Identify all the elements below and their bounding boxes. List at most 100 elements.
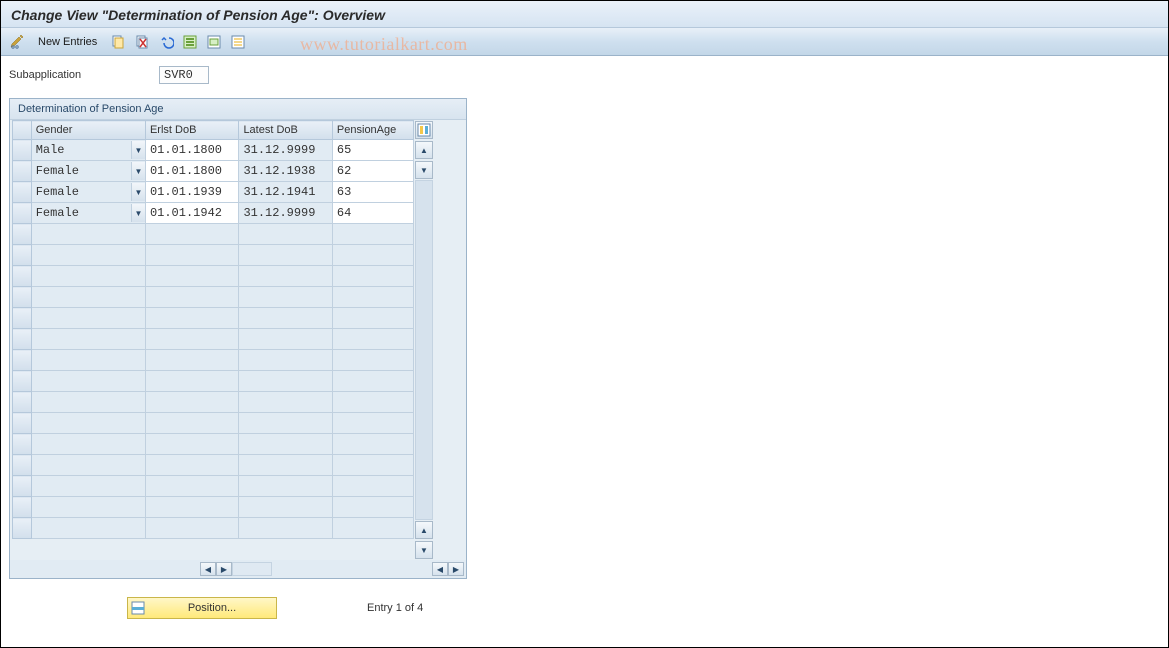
row-selector[interactable] <box>13 287 32 308</box>
pension-age-input[interactable] <box>333 350 413 370</box>
erlst-dob-input[interactable] <box>146 392 238 412</box>
deselect-all-button[interactable] <box>228 32 248 52</box>
erlst-dob-input[interactable] <box>146 518 238 538</box>
latest-dob-input[interactable] <box>239 308 331 328</box>
erlst-dob-input[interactable] <box>146 287 238 307</box>
erlst-dob-input[interactable] <box>146 224 238 244</box>
col-erlst-dob[interactable]: Erlst DoB <box>145 121 238 140</box>
hscroll-track-1[interactable] <box>232 562 272 576</box>
row-selector-header[interactable] <box>13 121 32 140</box>
pension-age-input[interactable] <box>333 476 413 496</box>
vertical-scrollbar-track[interactable] <box>415 180 433 520</box>
hscroll-right-button[interactable]: ▶ <box>216 562 232 576</box>
latest-dob-input[interactable] <box>239 413 331 433</box>
gender-dropdown[interactable]: ▼ <box>131 204 145 222</box>
col-latest-dob[interactable]: Latest DoB <box>239 121 332 140</box>
row-selector[interactable] <box>13 350 32 371</box>
pension-age-input[interactable] <box>333 308 413 328</box>
scroll-up-button[interactable]: ▲ <box>415 141 433 159</box>
row-selector[interactable] <box>13 497 32 518</box>
col-pension-age[interactable]: PensionAge <box>332 121 413 140</box>
pension-age-input[interactable] <box>333 413 413 433</box>
configure-columns-button[interactable] <box>415 121 433 139</box>
pension-age-input[interactable] <box>333 329 413 349</box>
row-selector[interactable] <box>13 266 32 287</box>
pension-age-input[interactable] <box>333 182 413 202</box>
row-selector[interactable] <box>13 224 32 245</box>
pension-age-input[interactable] <box>333 434 413 454</box>
pension-age-input[interactable] <box>333 224 413 244</box>
hscroll-right-button-2[interactable]: ▶ <box>448 562 464 576</box>
latest-dob-input[interactable] <box>239 371 331 391</box>
pension-age-input[interactable] <box>333 266 413 286</box>
pension-age-input[interactable] <box>333 371 413 391</box>
row-selector[interactable] <box>13 245 32 266</box>
row-selector[interactable] <box>13 413 32 434</box>
pension-age-input[interactable] <box>333 455 413 475</box>
pension-age-input[interactable] <box>333 287 413 307</box>
pension-age-input[interactable] <box>333 518 413 538</box>
latest-dob-input[interactable] <box>239 518 331 538</box>
latest-dob-input[interactable] <box>239 203 331 223</box>
scroll-down-small-button[interactable]: ▼ <box>415 161 433 179</box>
erlst-dob-input[interactable] <box>146 329 238 349</box>
pension-age-input[interactable] <box>333 497 413 517</box>
undo-button[interactable] <box>156 32 176 52</box>
row-selector[interactable] <box>13 308 32 329</box>
select-block-button[interactable] <box>204 32 224 52</box>
row-selector[interactable] <box>13 203 32 224</box>
latest-dob-input[interactable] <box>239 392 331 412</box>
pension-age-input[interactable] <box>333 392 413 412</box>
latest-dob-input[interactable] <box>239 224 331 244</box>
row-selector[interactable] <box>13 434 32 455</box>
gender-dropdown[interactable]: ▼ <box>131 183 145 201</box>
col-gender[interactable]: Gender <box>31 121 145 140</box>
erlst-dob-input[interactable] <box>146 434 238 454</box>
erlst-dob-input[interactable] <box>146 245 238 265</box>
row-selector[interactable] <box>13 371 32 392</box>
erlst-dob-input[interactable] <box>146 455 238 475</box>
latest-dob-input[interactable] <box>239 182 331 202</box>
delete-button[interactable] <box>132 32 152 52</box>
erlst-dob-input[interactable] <box>146 161 238 181</box>
subapplication-input[interactable] <box>159 66 209 84</box>
position-button[interactable]: Position... <box>127 597 277 619</box>
hscroll-left-button[interactable]: ◀ <box>200 562 216 576</box>
erlst-dob-input[interactable] <box>146 476 238 496</box>
new-entries-button[interactable]: New Entries <box>31 32 104 52</box>
row-selector[interactable] <box>13 161 32 182</box>
gender-dropdown[interactable]: ▼ <box>131 162 145 180</box>
erlst-dob-input[interactable] <box>146 413 238 433</box>
scroll-down-button[interactable]: ▼ <box>415 541 433 559</box>
latest-dob-input[interactable] <box>239 329 331 349</box>
latest-dob-input[interactable] <box>239 161 331 181</box>
row-selector[interactable] <box>13 182 32 203</box>
erlst-dob-input[interactable] <box>146 308 238 328</box>
latest-dob-input[interactable] <box>239 350 331 370</box>
erlst-dob-input[interactable] <box>146 371 238 391</box>
gender-dropdown[interactable]: ▼ <box>131 141 145 159</box>
erlst-dob-input[interactable] <box>146 182 238 202</box>
latest-dob-input[interactable] <box>239 434 331 454</box>
erlst-dob-input[interactable] <box>146 497 238 517</box>
latest-dob-input[interactable] <box>239 476 331 496</box>
pension-age-input[interactable] <box>333 245 413 265</box>
select-all-button[interactable] <box>180 32 200 52</box>
row-selector[interactable] <box>13 329 32 350</box>
row-selector[interactable] <box>13 476 32 497</box>
toggle-change-button[interactable] <box>7 32 27 52</box>
latest-dob-input[interactable] <box>239 245 331 265</box>
scroll-up-small-button[interactable]: ▲ <box>415 521 433 539</box>
latest-dob-input[interactable] <box>239 287 331 307</box>
hscroll-left-button-2[interactable]: ◀ <box>432 562 448 576</box>
erlst-dob-input[interactable] <box>146 266 238 286</box>
row-selector[interactable] <box>13 392 32 413</box>
row-selector[interactable] <box>13 455 32 476</box>
pension-age-input[interactable] <box>333 203 413 223</box>
latest-dob-input[interactable] <box>239 455 331 475</box>
erlst-dob-input[interactable] <box>146 350 238 370</box>
erlst-dob-input[interactable] <box>146 203 238 223</box>
latest-dob-input[interactable] <box>239 266 331 286</box>
latest-dob-input[interactable] <box>239 497 331 517</box>
row-selector[interactable] <box>13 140 32 161</box>
